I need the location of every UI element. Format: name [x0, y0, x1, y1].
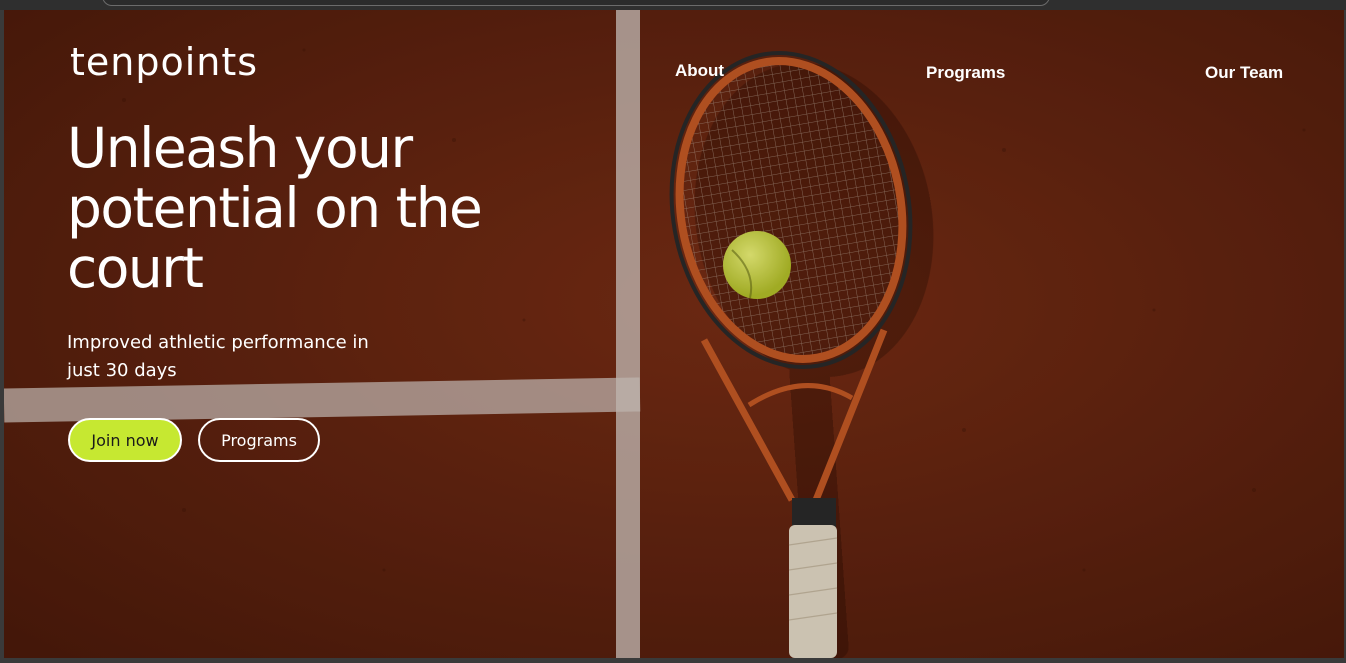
browser-chrome-strip [0, 0, 1346, 10]
nav-link-about[interactable]: About [675, 61, 724, 81]
hero-subtitle: Improved athletic performance in just 30… [67, 332, 369, 381]
join-now-button[interactable]: Join now [68, 418, 182, 462]
hero-headline: Unleash your potential on the court [67, 116, 483, 300]
hero-section: tenpoints About Programs Our Team Unleas… [4, 10, 1344, 658]
nav-link-our-team[interactable]: Our Team [1205, 63, 1283, 83]
brand-logo[interactable]: tenpoints [70, 40, 258, 84]
programs-button-label: Programs [221, 430, 297, 450]
programs-button[interactable]: Programs [198, 418, 320, 462]
nav-link-programs[interactable]: Programs [926, 63, 1005, 83]
address-bar[interactable] [102, 0, 1050, 6]
join-now-button-label: Join now [91, 430, 159, 450]
